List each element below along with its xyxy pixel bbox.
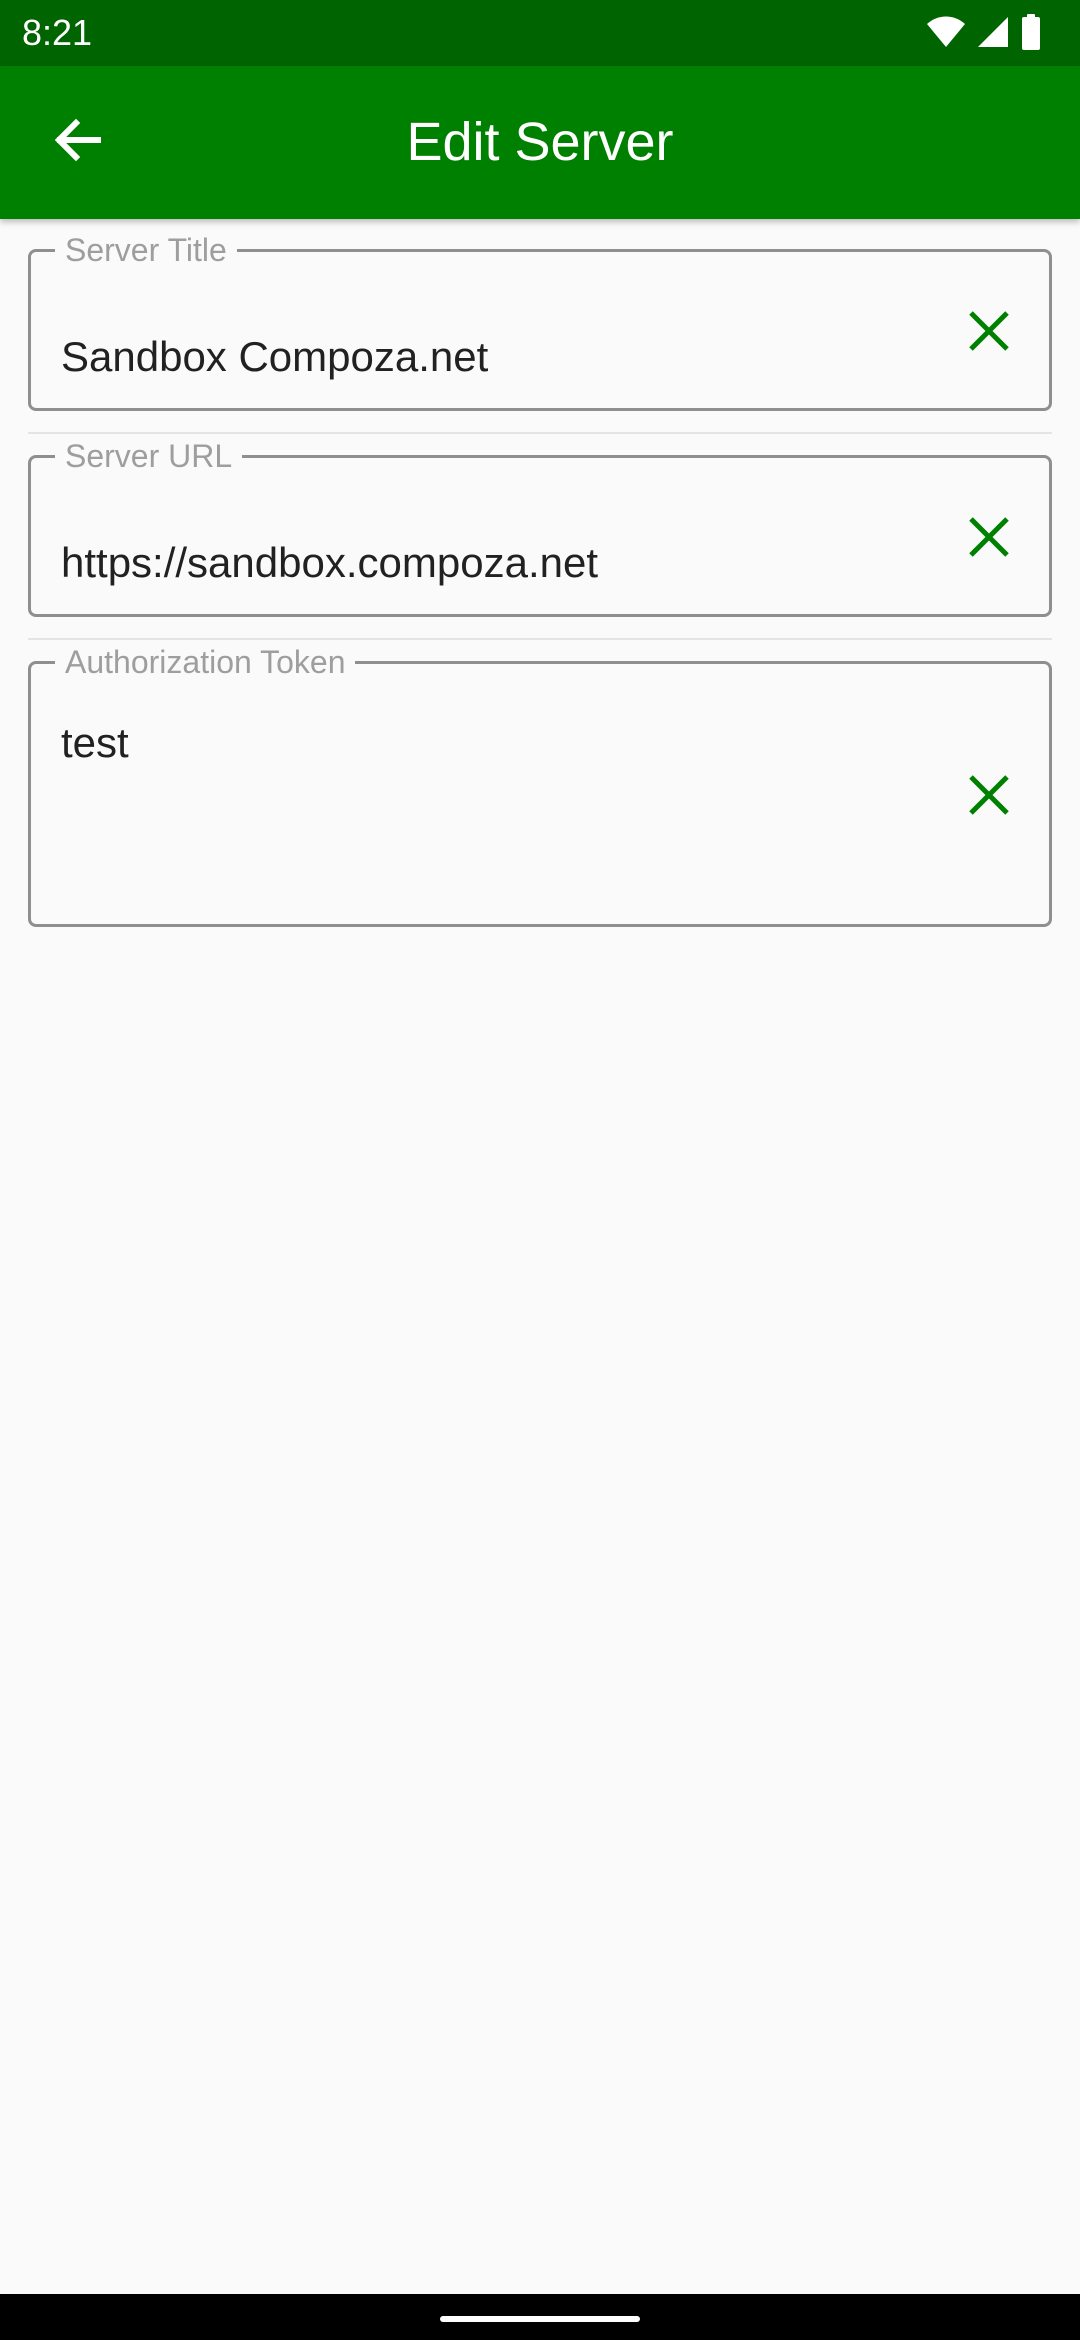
app-bar: Edit Server <box>0 66 1080 219</box>
divider <box>28 432 1052 434</box>
server-url-clear-button[interactable] <box>957 507 1021 571</box>
server-title-field[interactable]: Server Title Sandbox Compoza.net <box>28 230 1052 411</box>
server-url-label: Server URL <box>55 436 243 476</box>
authorization-token-value[interactable]: test <box>61 718 129 768</box>
navigation-bar <box>0 2294 1080 2340</box>
divider <box>28 638 1052 640</box>
server-title-value[interactable]: Sandbox Compoza.net <box>61 332 488 382</box>
close-icon <box>967 515 1011 564</box>
authorization-token-label: Authorization Token <box>55 642 356 682</box>
close-icon <box>967 309 1011 358</box>
close-icon <box>967 773 1011 822</box>
server-title-clear-button[interactable] <box>957 301 1021 365</box>
status-time: 8:21 <box>22 12 93 53</box>
server-url-field[interactable]: Server URL https://sandbox.compoza.net <box>28 436 1052 617</box>
cell-signal-icon <box>976 15 1010 49</box>
wifi-icon <box>926 15 966 49</box>
status-bar: 8:21 <box>0 0 1080 66</box>
authorization-token-clear-button[interactable] <box>957 765 1021 829</box>
home-gesture-handle[interactable] <box>440 2316 640 2322</box>
battery-icon <box>1020 14 1042 50</box>
server-url-value[interactable]: https://sandbox.compoza.net <box>61 538 598 588</box>
page-title: Edit Server <box>406 112 674 172</box>
server-title-label: Server Title <box>55 230 237 270</box>
authorization-token-field[interactable]: Authorization Token test <box>28 642 1052 927</box>
status-icons <box>926 14 1042 50</box>
